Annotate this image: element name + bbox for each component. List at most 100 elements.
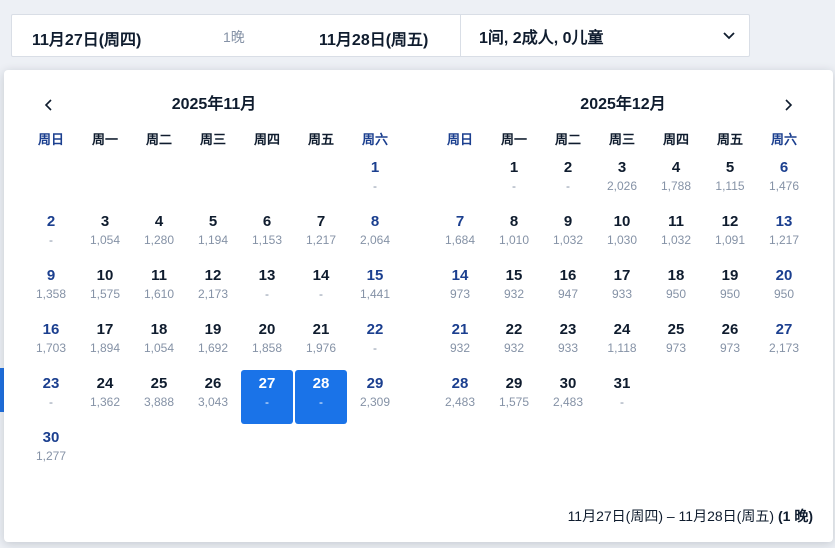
day-cell[interactable]: 11 1,032 (649, 208, 703, 262)
day-cell[interactable]: 5 1,115 (703, 154, 757, 208)
day-cell[interactable]: 23 933 (541, 316, 595, 370)
day-number: 9 (563, 213, 573, 230)
empty-day-cell (132, 154, 186, 208)
day-cell[interactable]: 28 2,483 (433, 370, 487, 424)
day-cell[interactable]: 8 1,010 (487, 208, 541, 262)
day-cell[interactable]: 29 1,575 (487, 370, 541, 424)
day-price: 3,043 (197, 395, 229, 409)
day-price: - (265, 395, 269, 409)
day-number: 25 (667, 321, 685, 338)
day-price: 973 (665, 341, 687, 355)
day-cell[interactable]: 13 - (240, 262, 294, 316)
chevron-down-icon[interactable] (720, 26, 738, 44)
day-number: 2 (46, 213, 56, 230)
day-number: 6 (262, 213, 272, 230)
day-cell[interactable]: 16 947 (541, 262, 595, 316)
day-cell[interactable]: 1- (348, 154, 402, 208)
day-cell[interactable]: 30 1,277 (24, 424, 78, 478)
day-cell[interactable]: 16 1,703 (24, 316, 78, 370)
day-number: 16 (42, 321, 60, 338)
day-number: 11 (668, 213, 684, 230)
day-number: 4 (154, 213, 164, 230)
day-cell[interactable]: 20 1,858 (240, 316, 294, 370)
day-cell[interactable]: 23 - (24, 370, 78, 424)
day-price: 1,153 (251, 233, 283, 247)
day-cell[interactable]: 2- (541, 154, 595, 208)
day-cell[interactable]: 17 933 (595, 262, 649, 316)
day-cell[interactable]: 14 973 (433, 262, 487, 316)
day-cell[interactable]: 24 1,118 (595, 316, 649, 370)
day-price: 973 (719, 341, 741, 355)
day-number: 1 (509, 159, 519, 176)
day-number: 31 (613, 375, 631, 392)
day-price: 1,362 (89, 395, 121, 409)
day-price: 1,054 (143, 341, 175, 355)
day-cell[interactable]: 25 973 (649, 316, 703, 370)
day-cell[interactable]: 2- (24, 208, 78, 262)
day-cell[interactable]: 26 973 (703, 316, 757, 370)
day-price: 1,575 (498, 395, 530, 409)
day-cell[interactable]: 28 - (295, 370, 347, 424)
day-grid: 1-2-3 1,054 4 1,280 5 1,194 6 1,153 7 1,217 8 2,064… (24, 154, 402, 478)
checkin-date[interactable]: 11月27日(周四) (32, 26, 141, 50)
day-cell[interactable]: 27 - (241, 370, 293, 424)
day-cell[interactable]: 21 1,976 (294, 316, 348, 370)
day-number: 23 (42, 375, 60, 392)
day-cell[interactable]: 30 2,483 (541, 370, 595, 424)
day-cell[interactable]: 27 2,173 (757, 316, 811, 370)
day-cell[interactable]: 22 932 (487, 316, 541, 370)
day-number: 17 (613, 267, 631, 284)
weekday-label: 周六 (770, 132, 797, 147)
day-cell[interactable]: 18 1,054 (132, 316, 186, 370)
day-cell[interactable]: 12 2,173 (186, 262, 240, 316)
day-cell[interactable]: 10 1,030 (595, 208, 649, 262)
day-price: - (265, 287, 269, 301)
day-price: 2,173 (768, 341, 800, 355)
day-cell[interactable]: 12 1,091 (703, 208, 757, 262)
day-cell[interactable]: 17 1,894 (78, 316, 132, 370)
day-cell[interactable]: 20 950 (757, 262, 811, 316)
day-price: 950 (665, 287, 687, 301)
day-cell[interactable]: 6 1,476 (757, 154, 811, 208)
day-number: 19 (721, 267, 739, 284)
day-price: 1,976 (305, 341, 337, 355)
day-cell[interactable]: 29 2,309 (348, 370, 402, 424)
day-cell[interactable]: 1- (487, 154, 541, 208)
day-cell[interactable]: 9 1,032 (541, 208, 595, 262)
day-cell[interactable]: 10 1,575 (78, 262, 132, 316)
day-cell[interactable]: 4 1,280 (132, 208, 186, 262)
day-cell[interactable]: 9 1,358 (24, 262, 78, 316)
day-number: 29 (505, 375, 523, 392)
day-cell[interactable]: 19 950 (703, 262, 757, 316)
day-cell[interactable]: 6 1,153 (240, 208, 294, 262)
day-cell[interactable]: 21 932 (433, 316, 487, 370)
day-number: 30 (559, 375, 577, 392)
day-cell[interactable]: 25 3,888 (132, 370, 186, 424)
day-cell[interactable]: 7 1,684 (433, 208, 487, 262)
empty-day-cell (433, 154, 487, 208)
day-price: 2,483 (552, 395, 584, 409)
day-cell[interactable]: 5 1,194 (186, 208, 240, 262)
day-cell[interactable]: 18 950 (649, 262, 703, 316)
day-cell[interactable]: 15 932 (487, 262, 541, 316)
day-cell[interactable]: 14 - (294, 262, 348, 316)
day-cell[interactable]: 22 - (348, 316, 402, 370)
day-cell[interactable]: 15 1,441 (348, 262, 402, 316)
checkout-date[interactable]: 11月28日(周五) (319, 26, 428, 50)
day-cell[interactable]: 24 1,362 (78, 370, 132, 424)
day-number: 15 (366, 267, 384, 284)
day-cell[interactable]: 7 1,217 (294, 208, 348, 262)
empty-day-cell (78, 154, 132, 208)
day-cell[interactable]: 4 1,788 (649, 154, 703, 208)
day-cell[interactable]: 3 1,054 (78, 208, 132, 262)
day-cell[interactable]: 11 1,610 (132, 262, 186, 316)
guests-selector[interactable]: 1间, 2成人, 0儿童 (479, 24, 603, 48)
day-cell[interactable]: 3 2,026 (595, 154, 649, 208)
day-price: - (620, 395, 624, 409)
day-cell[interactable]: 26 3,043 (186, 370, 240, 424)
day-cell[interactable]: 19 1,692 (186, 316, 240, 370)
day-cell[interactable]: 31 - (595, 370, 649, 424)
day-cell[interactable]: 13 1,217 (757, 208, 811, 262)
day-cell[interactable]: 8 2,064 (348, 208, 402, 262)
weekday-label: 周五 (716, 132, 743, 147)
